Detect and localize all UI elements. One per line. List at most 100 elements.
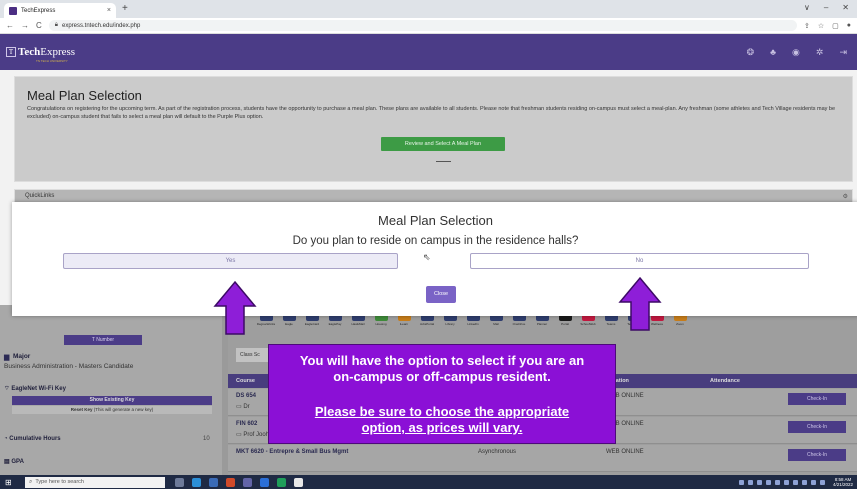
cumulative-hours-value: 10 xyxy=(203,436,210,442)
meal-plan-panel: Meal Plan Selection Congratulations on r… xyxy=(14,76,853,182)
app-label: Library xyxy=(445,322,455,326)
edge-icon[interactable] xyxy=(192,477,201,487)
profile-icon[interactable]: ● xyxy=(847,22,851,30)
close-button[interactable]: Close xyxy=(426,286,456,303)
app-icon[interactable] xyxy=(294,477,303,487)
check-in-button[interactable]: Check-In xyxy=(788,393,846,405)
show-key-button[interactable]: Show Existing Key xyxy=(12,396,212,405)
yes-option-button[interactable]: Yes xyxy=(63,253,398,269)
major-value: Business Administration - Masters Candid… xyxy=(4,363,134,370)
meal-plan-description: Congratulations on registering for the u… xyxy=(27,106,836,120)
info-icon[interactable]: ◉ xyxy=(792,47,800,58)
callout-line-2: Please be sure to choose the appropriate… xyxy=(314,404,570,435)
url-text: express.tntech.edu/index.php xyxy=(61,22,141,29)
course-name[interactable]: MKT 6620 - Entrepre & Small Bus Mgmt xyxy=(236,449,348,455)
browser-tab[interactable]: TechExpress × xyxy=(4,3,116,18)
app-label: Zoom xyxy=(676,322,684,326)
tray-icon[interactable] xyxy=(765,479,771,485)
bell-icon[interactable]: ♣ xyxy=(770,47,776,58)
tray-icon[interactable] xyxy=(747,479,753,485)
instructor: ▭ Dr xyxy=(236,404,250,410)
no-option-button[interactable]: No xyxy=(470,253,809,269)
search-icon: ⌕ xyxy=(29,478,33,485)
forward-icon[interactable]: → xyxy=(21,21,29,30)
quicklinks-label: QuickLinks xyxy=(25,193,55,199)
window-controls: ∨ – ✕ xyxy=(804,3,849,12)
sidebar-icon[interactable]: ▢ xyxy=(832,22,839,30)
instruction-callout: You will have the option to select if yo… xyxy=(268,344,616,444)
taskbar-apps xyxy=(175,477,303,487)
header-icons: ❂ ♣ ◉ ✲ ⇥ xyxy=(747,47,847,58)
callout-line-1: You will have the option to select if yo… xyxy=(299,353,585,384)
address-bar: ← → C 🔒︎ express.tntech.edu/index.php ⇪ … xyxy=(0,18,857,34)
app-label: Eagle xyxy=(285,322,293,326)
settings-dot-icon[interactable]: ⚙︎ xyxy=(843,193,848,200)
task-view-icon[interactable] xyxy=(175,477,184,487)
close-window-button[interactable]: ✕ xyxy=(842,3,849,12)
search-placeholder: Type here to search xyxy=(35,479,84,485)
teams-icon[interactable] xyxy=(243,477,252,487)
meal-plan-title: Meal Plan Selection xyxy=(27,88,142,103)
gear-icon[interactable]: ✲ xyxy=(816,47,824,58)
logout-icon[interactable]: ⇥ xyxy=(839,47,847,58)
favicon-icon xyxy=(9,6,17,15)
taskbar-search-input[interactable]: ⌕ Type here to search xyxy=(25,476,165,488)
check-in-button[interactable]: Check-In xyxy=(788,421,846,433)
logo-mark-icon: T xyxy=(6,47,16,57)
volume-icon[interactable] xyxy=(819,479,825,485)
graduation-icon: ▆ xyxy=(4,354,10,361)
address-bar-actions: ⇪ ☆ ▢ ● xyxy=(804,22,851,30)
chrome-icon[interactable] xyxy=(226,477,235,487)
reload-icon[interactable]: C xyxy=(36,21,42,30)
app-label: Mail xyxy=(493,322,499,326)
app-label: OneDrive xyxy=(512,322,526,326)
word-icon[interactable] xyxy=(260,477,269,487)
check-in-button[interactable]: Check-In xyxy=(788,449,846,461)
course-header: Course xyxy=(236,378,255,384)
course-name[interactable]: FIN 602 xyxy=(236,421,257,427)
excel-icon[interactable] xyxy=(277,477,286,487)
url-input[interactable]: 🔒︎ express.tntech.edu/index.php xyxy=(48,20,797,31)
modal-title: Meal Plan Selection xyxy=(378,213,493,228)
tray-icon[interactable] xyxy=(801,479,807,485)
back-icon[interactable]: ← xyxy=(6,21,14,30)
tray-icon[interactable] xyxy=(774,479,780,485)
divider xyxy=(436,161,451,162)
wifi-icon[interactable] xyxy=(810,479,816,485)
t-number-button[interactable]: T Number xyxy=(64,335,142,345)
logo-text: TechExpress xyxy=(18,46,76,58)
tray-icon[interactable] xyxy=(792,479,798,485)
course-location: WEB ONLINE xyxy=(606,449,644,455)
browser-tab-bar: TechExpress × + ∨ – ✕ xyxy=(0,0,857,18)
reset-key-button[interactable]: Reset Key (This will generate a new key) xyxy=(12,406,212,414)
app-label: iLearn xyxy=(399,322,409,326)
taskbar-clock[interactable]: 8:58 AM 4/21/2022 xyxy=(833,477,853,487)
windows-start-icon[interactable]: ⊞ xyxy=(5,478,17,487)
minimize-button[interactable]: – xyxy=(824,3,828,12)
tray-icon[interactable] xyxy=(756,479,762,485)
share-icon[interactable]: ⇪ xyxy=(804,22,810,30)
meal-plan-modal: Meal Plan Selection Do you plan to resid… xyxy=(12,202,857,316)
close-tab-icon[interactable]: × xyxy=(107,7,111,14)
new-tab-button[interactable]: + xyxy=(122,3,128,15)
gpa-label: ▤ GPA xyxy=(4,459,24,465)
file-explorer-icon[interactable] xyxy=(209,477,218,487)
course-name[interactable]: DS 654 xyxy=(236,393,256,399)
chevron-down-icon[interactable]: ∨ xyxy=(804,3,810,12)
help-icon[interactable]: ❂ xyxy=(747,47,755,58)
tray-icon[interactable] xyxy=(738,479,744,485)
cumulative-hours-label: ◔ Cumulative Hours xyxy=(4,436,61,442)
star-icon[interactable]: ☆ xyxy=(818,22,824,30)
app-label: Teams xyxy=(606,322,616,326)
techexpress-logo[interactable]: T TechExpress xyxy=(6,46,75,58)
mouse-cursor-icon: ⇖ xyxy=(423,252,431,262)
student-sidebar: T Number ▆ Major Business Administration… xyxy=(0,305,222,475)
app-label: JobsPortal xyxy=(419,322,435,326)
app-label: EagleCard xyxy=(304,322,320,326)
app-label: HawkMail xyxy=(351,322,365,326)
app-header: T TechExpress TN TECH UNIVERSITY ❂ ♣ ◉ ✲… xyxy=(0,34,857,70)
lock-icon: 🔒︎ xyxy=(54,22,58,28)
table-row: MKT 6620 - Entrepre & Small Bus Mgmt Asy… xyxy=(228,445,857,472)
tray-icon[interactable] xyxy=(783,479,789,485)
review-meal-plan-button[interactable]: Review and Select A Meal Plan xyxy=(381,137,505,151)
